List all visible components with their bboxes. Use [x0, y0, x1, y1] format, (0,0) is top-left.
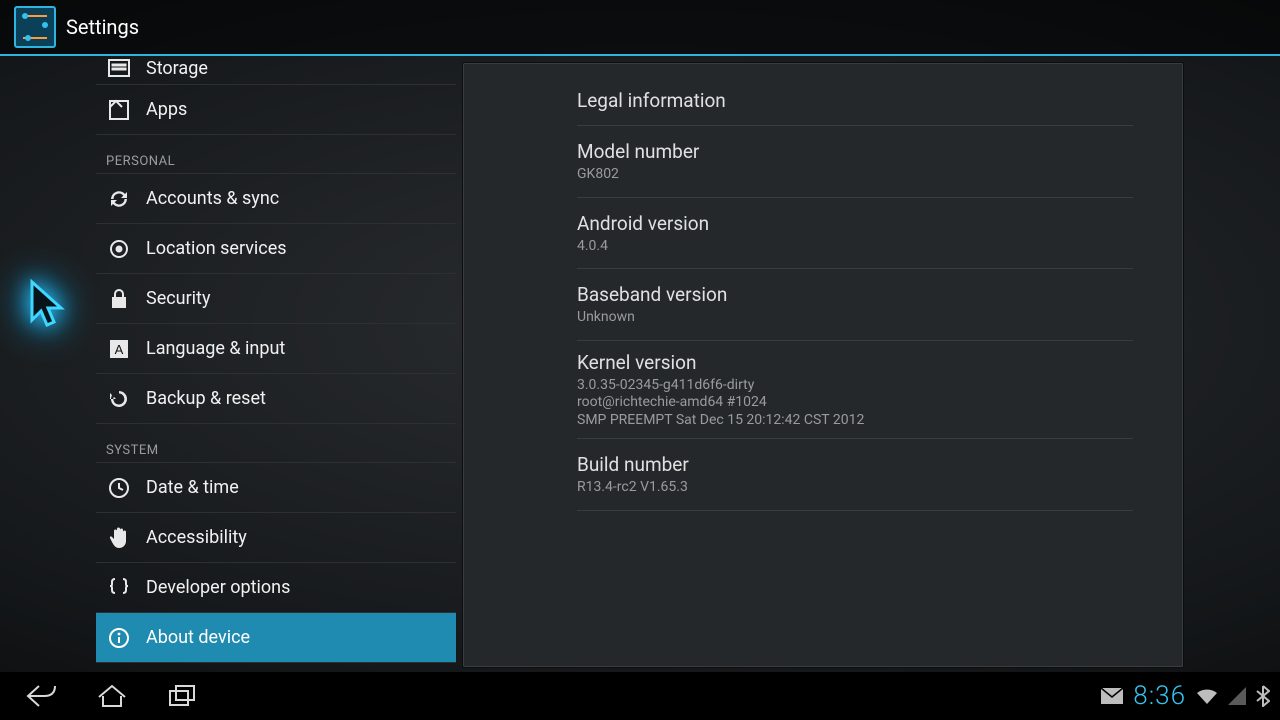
recent-apps-button[interactable]	[154, 678, 210, 714]
pane-item-build[interactable]: Build number R13.4-rc2 V1.65.3	[513, 439, 1133, 510]
sync-icon	[106, 186, 132, 212]
system-tray[interactable]: 8:36	[1101, 672, 1270, 720]
pane-item-model[interactable]: Model number GK802	[513, 126, 1133, 197]
pane-item-title: Baseband version	[577, 283, 1133, 306]
mail-icon	[1101, 688, 1123, 704]
system-navbar: 8:36	[0, 672, 1280, 720]
pane-item-value: 3.0.35-02345-g411d6f6-dirty root@richtec…	[577, 377, 1133, 430]
sidebar-item-developer[interactable]: Developer options	[96, 563, 456, 613]
sidebar-item-about[interactable]: About device	[96, 613, 456, 663]
location-icon	[106, 236, 132, 262]
sidebar-item-label: Storage	[146, 58, 208, 79]
sidebar-item-label: Location services	[146, 238, 287, 259]
wifi-icon	[1196, 687, 1218, 705]
sidebar-item-label: Backup & reset	[146, 388, 266, 409]
sidebar-item-label: Apps	[146, 99, 187, 120]
sidebar-item-apps[interactable]: Apps	[96, 85, 456, 135]
cursor-pointer-icon	[26, 278, 76, 338]
sidebar-item-label: About device	[146, 627, 250, 648]
hand-icon	[106, 525, 132, 551]
sidebar-item-accessibility[interactable]: Accessibility	[96, 513, 456, 563]
pane-item-value: 4.0.4	[577, 238, 1133, 256]
detail-pane: Legal information Model number GK802 And…	[462, 62, 1184, 668]
sidebar-item-label: Security	[146, 288, 210, 309]
braces-icon	[106, 575, 132, 601]
pane-item-title: Model number	[577, 140, 1133, 163]
settings-sidebar[interactable]: Storage Apps PERSONAL Accounts & sync Lo…	[96, 56, 456, 668]
sidebar-item-backup[interactable]: Backup & reset	[96, 374, 456, 424]
back-button[interactable]	[14, 678, 70, 714]
info-icon	[106, 625, 132, 651]
clock-icon	[106, 475, 132, 501]
pane-item-title: Legal information	[577, 89, 1133, 112]
pane-item-baseband[interactable]: Baseband version Unknown	[513, 269, 1133, 340]
home-button[interactable]	[84, 678, 140, 714]
pane-item-title: Android version	[577, 212, 1133, 235]
sidebar-item-label: Language & input	[146, 338, 285, 359]
pane-item-value: R13.4-rc2 V1.65.3	[577, 479, 1133, 497]
page-title: Settings	[66, 15, 139, 39]
pane-item-value: GK802	[577, 166, 1133, 184]
signal-icon	[1228, 687, 1246, 705]
pane-item-title: Build number	[577, 453, 1133, 476]
screen: Settings Storage Apps PERSONAL Accounts …	[0, 0, 1280, 720]
sidebar-item-label: Accessibility	[146, 527, 247, 548]
pane-item-value: Unknown	[577, 309, 1133, 327]
sidebar-category-personal: PERSONAL	[96, 135, 456, 174]
sidebar-item-storage[interactable]: Storage	[96, 56, 456, 85]
sidebar-item-language[interactable]: A Language & input	[96, 324, 456, 374]
sidebar-item-security[interactable]: Security	[96, 274, 456, 324]
bluetooth-icon	[1256, 685, 1270, 707]
status-clock: 8:36	[1133, 681, 1186, 711]
pane-item-android-version[interactable]: Android version 4.0.4	[513, 198, 1133, 269]
sidebar-item-accounts-sync[interactable]: Accounts & sync	[96, 174, 456, 224]
language-icon: A	[106, 336, 132, 362]
apps-icon	[106, 97, 132, 123]
backup-icon	[106, 386, 132, 412]
settings-app-icon	[14, 6, 56, 48]
sidebar-item-label: Developer options	[146, 577, 290, 598]
pane-item-title: Kernel version	[577, 351, 1133, 374]
sidebar-item-location[interactable]: Location services	[96, 224, 456, 274]
sidebar-item-datetime[interactable]: Date & time	[96, 463, 456, 513]
pane-item-kernel[interactable]: Kernel version 3.0.35-02345-g411d6f6-dir…	[513, 341, 1133, 439]
sidebar-category-system: SYSTEM	[96, 424, 456, 463]
sidebar-item-label: Date & time	[146, 477, 239, 498]
svg-text:A: A	[115, 342, 124, 357]
sidebar-item-label: Accounts & sync	[146, 188, 279, 209]
action-bar: Settings	[0, 0, 1280, 54]
lock-icon	[106, 286, 132, 312]
pane-item-legal[interactable]: Legal information	[513, 75, 1133, 125]
storage-icon	[106, 56, 132, 81]
